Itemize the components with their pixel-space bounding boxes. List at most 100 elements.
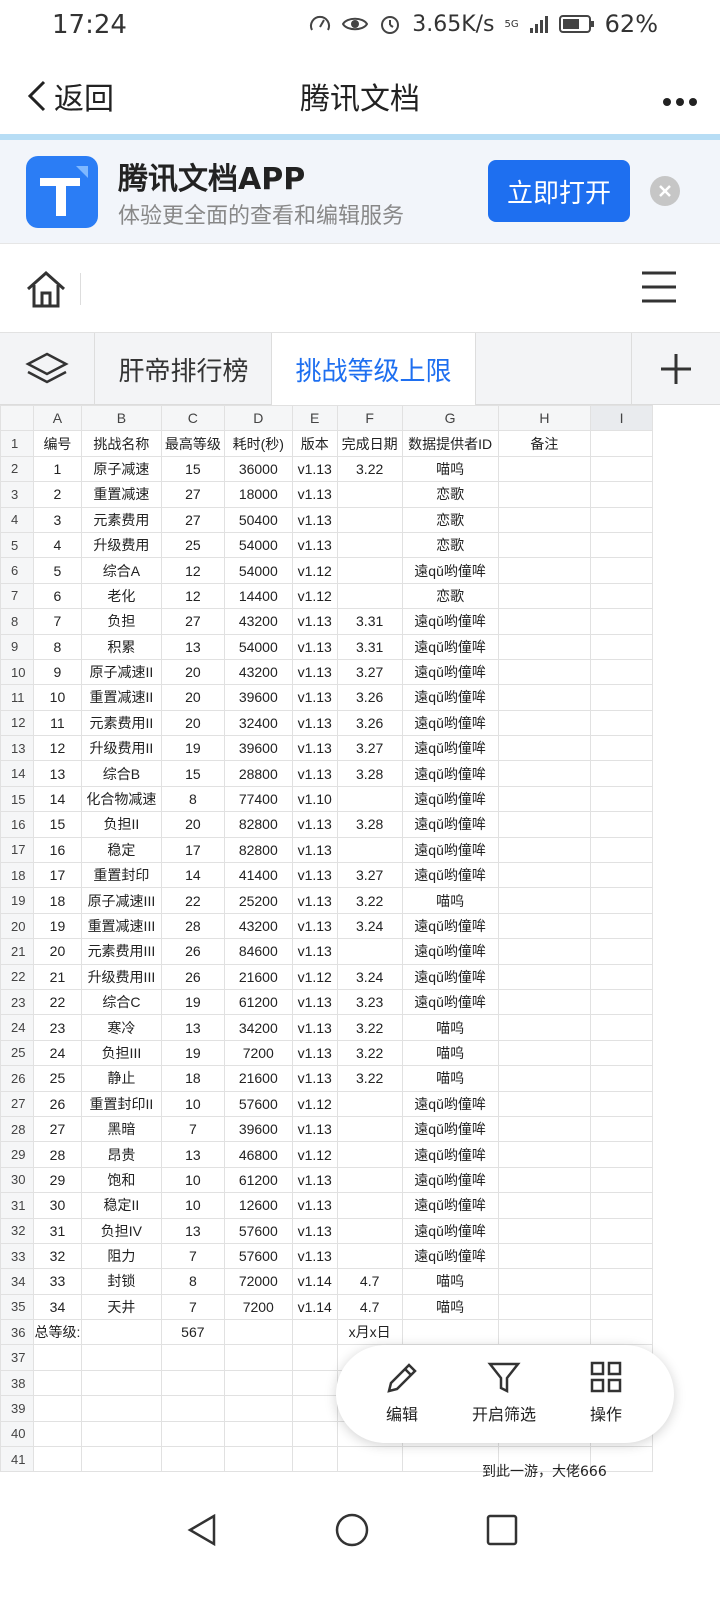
table-cell[interactable] xyxy=(291,1344,338,1371)
table-cell[interactable]: 17 xyxy=(32,862,82,889)
table-cell[interactable]: 喵呜 xyxy=(401,1014,499,1041)
table-cell[interactable]: 26 xyxy=(160,963,225,990)
table-cell[interactable]: 19 xyxy=(160,988,225,1016)
row-header[interactable]: 16 xyxy=(0,811,34,838)
table-cell[interactable]: 3.22 xyxy=(336,455,403,483)
table-cell[interactable]: 3.27 xyxy=(336,735,403,762)
table-cell[interactable] xyxy=(291,1420,338,1448)
table-cell[interactable]: 3.28 xyxy=(336,760,403,787)
table-cell[interactable]: 3.31 xyxy=(336,633,403,660)
row-header[interactable]: 37 xyxy=(0,1344,34,1371)
table-cell[interactable] xyxy=(336,557,403,584)
table-cell[interactable]: v1.13 xyxy=(291,658,338,686)
table-cell[interactable]: v1.13 xyxy=(291,735,338,762)
table-cell[interactable]: 43200 xyxy=(223,608,293,635)
table-cell[interactable] xyxy=(497,862,592,889)
table-cell[interactable]: 稳定 xyxy=(80,836,162,864)
table-cell[interactable]: 54000 xyxy=(223,557,293,584)
table-cell[interactable] xyxy=(160,1446,225,1473)
table-cell[interactable]: 20 xyxy=(160,658,225,686)
table-cell[interactable]: 遠qǔ哟僮哞 xyxy=(401,608,499,635)
table-cell[interactable]: 77400 xyxy=(223,785,293,813)
table-cell[interactable]: 13 xyxy=(160,1014,225,1041)
table-cell[interactable] xyxy=(590,887,653,914)
table-cell[interactable]: v1.13 xyxy=(291,862,338,889)
table-cell[interactable]: 喵呜 xyxy=(401,1039,499,1067)
table-cell[interactable]: 8 xyxy=(160,785,225,813)
table-cell[interactable]: 11 xyxy=(32,709,82,737)
table-cell[interactable] xyxy=(590,862,653,889)
table-cell[interactable] xyxy=(336,938,403,965)
table-cell[interactable]: v1.13 xyxy=(291,709,338,737)
table-cell[interactable]: 3.22 xyxy=(336,1039,403,1067)
row-header[interactable]: 12 xyxy=(0,709,34,737)
table-cell[interactable]: 3.24 xyxy=(336,963,403,990)
table-cell[interactable] xyxy=(590,1065,653,1092)
column-header[interactable]: E xyxy=(291,405,338,432)
row-header[interactable]: 33 xyxy=(0,1242,34,1270)
table-cell[interactable]: 编号 xyxy=(32,430,82,457)
table-cell[interactable]: 遠qǔ哟僮哞 xyxy=(401,862,499,889)
table-cell[interactable]: 43200 xyxy=(223,658,293,686)
table-cell[interactable] xyxy=(223,1446,293,1473)
table-cell[interactable]: 12 xyxy=(160,557,225,584)
row-header[interactable]: 15 xyxy=(0,785,34,813)
table-cell[interactable] xyxy=(497,1039,592,1067)
row-header[interactable]: 1 xyxy=(0,430,34,457)
table-cell[interactable]: 61200 xyxy=(223,1166,293,1194)
row-header[interactable]: 31 xyxy=(0,1192,34,1219)
table-cell[interactable] xyxy=(497,735,592,762)
table-cell[interactable] xyxy=(336,531,403,559)
menu-button[interactable] xyxy=(640,269,678,309)
table-cell[interactable] xyxy=(497,557,592,584)
table-cell[interactable] xyxy=(32,1420,82,1448)
table-cell[interactable]: 恋歌 xyxy=(401,481,499,508)
table-cell[interactable]: v1.10 xyxy=(291,785,338,813)
table-cell[interactable] xyxy=(590,1319,653,1346)
table-cell[interactable]: 36000 xyxy=(223,455,293,483)
row-header[interactable]: 41 xyxy=(0,1446,34,1473)
table-cell[interactable] xyxy=(80,1420,162,1448)
table-cell[interactable]: 2 xyxy=(32,481,82,508)
table-cell[interactable] xyxy=(497,1065,592,1092)
table-cell[interactable]: 5 xyxy=(32,557,82,584)
table-cell[interactable] xyxy=(336,1115,403,1143)
table-cell[interactable]: 25 xyxy=(32,1065,82,1092)
table-cell[interactable]: 负担II xyxy=(80,811,162,838)
table-cell[interactable]: 老化 xyxy=(80,582,162,610)
table-cell[interactable]: 3.27 xyxy=(336,658,403,686)
table-cell[interactable]: 30 xyxy=(32,1192,82,1219)
row-header[interactable]: 39 xyxy=(0,1395,34,1422)
table-cell[interactable]: 39600 xyxy=(223,1115,293,1143)
column-header[interactable]: D xyxy=(223,405,293,432)
table-cell[interactable]: v1.13 xyxy=(291,633,338,660)
table-cell[interactable]: 32400 xyxy=(223,709,293,737)
tab-sheet-1[interactable]: 肝帝排行榜 xyxy=(96,333,272,405)
table-cell[interactable] xyxy=(336,582,403,610)
table-cell[interactable] xyxy=(497,1141,592,1168)
table-cell[interactable]: 7200 xyxy=(223,1039,293,1067)
table-cell[interactable]: 重置减速II xyxy=(80,684,162,711)
table-cell[interactable]: 遠qǔ哟僮哞 xyxy=(401,684,499,711)
table-cell[interactable]: 遠qǔ哟僮哞 xyxy=(401,709,499,737)
table-cell[interactable] xyxy=(80,1446,162,1473)
table-cell[interactable]: 遠qǔ哟僮哞 xyxy=(401,836,499,864)
table-cell[interactable]: 3.26 xyxy=(336,709,403,737)
table-cell[interactable] xyxy=(590,785,653,813)
row-header[interactable]: 30 xyxy=(0,1166,34,1194)
table-cell[interactable] xyxy=(291,1369,338,1397)
row-header[interactable]: 14 xyxy=(0,760,34,787)
table-cell[interactable] xyxy=(497,912,592,940)
table-cell[interactable]: 恋歌 xyxy=(401,531,499,559)
table-cell[interactable]: v1.13 xyxy=(291,684,338,711)
table-cell[interactable] xyxy=(497,938,592,965)
row-header[interactable]: 20 xyxy=(0,912,34,940)
table-cell[interactable] xyxy=(291,1395,338,1422)
table-cell[interactable]: 总等级: xyxy=(32,1319,82,1346)
table-cell[interactable] xyxy=(497,1242,592,1270)
table-cell[interactable]: 22 xyxy=(160,887,225,914)
table-cell[interactable] xyxy=(590,1141,653,1168)
table-cell[interactable]: 39600 xyxy=(223,684,293,711)
table-cell[interactable]: 25 xyxy=(160,531,225,559)
table-cell[interactable]: 综合C xyxy=(80,988,162,1016)
